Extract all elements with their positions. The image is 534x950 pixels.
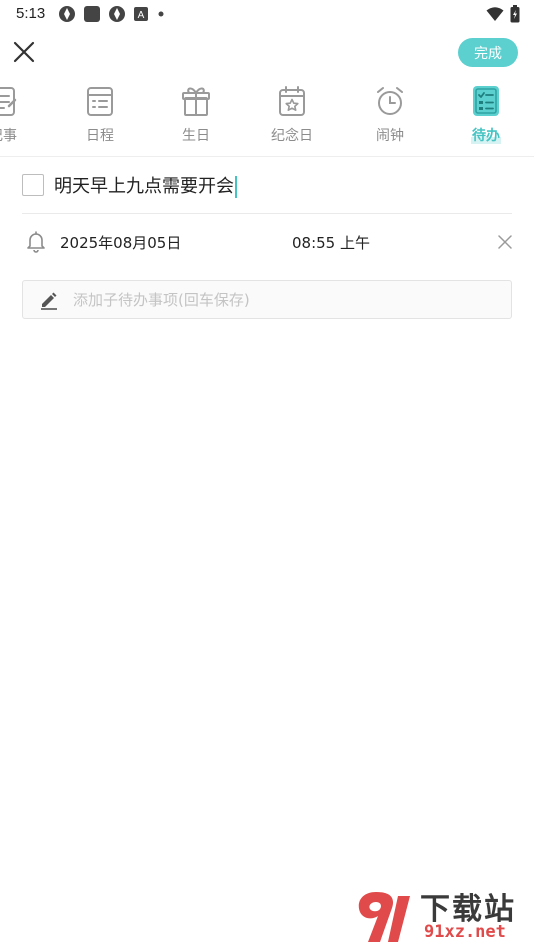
- wifi-icon: [486, 7, 504, 21]
- watermark-domain: 91xz.net: [424, 922, 506, 942]
- gift-icon: [182, 87, 210, 116]
- tab-todo[interactable]: 待办: [451, 84, 521, 154]
- tab-label: 纪念日: [271, 128, 313, 144]
- close-icon: [13, 41, 35, 63]
- svg-text:A: A: [138, 10, 145, 21]
- top-bar: 完成: [0, 30, 534, 76]
- pencil-icon: [41, 292, 57, 310]
- todo-row: 明天早上九点需要开会: [22, 170, 512, 200]
- tab-note[interactable]: 记事: [0, 84, 38, 154]
- close-button[interactable]: [10, 38, 38, 66]
- reminder-row: 2025年08月05日 08:55 上午: [22, 226, 516, 258]
- battery-icon: [510, 5, 520, 23]
- schedule-icon: [87, 87, 113, 116]
- todo-text: 明天早上九点需要开会: [54, 176, 234, 197]
- subtask-box: [22, 280, 512, 319]
- reminder-clear-button[interactable]: [494, 231, 516, 253]
- todo-icon: [473, 86, 499, 116]
- bell-icon: [27, 231, 45, 253]
- tab-label: 记事: [0, 128, 17, 144]
- row-divider: [22, 213, 512, 214]
- tabs-divider: [0, 156, 534, 157]
- subtask-input[interactable]: [73, 290, 493, 309]
- tab-alarm[interactable]: 闹钟: [355, 84, 425, 154]
- status-icons-left: A: [58, 5, 166, 23]
- tab-label-highlight: 待办: [471, 128, 501, 144]
- todo-checkbox[interactable]: [22, 174, 44, 196]
- done-button[interactable]: 完成: [458, 38, 518, 67]
- app-icon-1: [59, 6, 75, 22]
- tab-schedule[interactable]: 日程: [65, 84, 135, 154]
- tab-label-active: 待办: [471, 125, 501, 145]
- a-icon: A: [134, 7, 148, 21]
- tab-label: 生日: [182, 128, 210, 144]
- alarm-icon: [377, 87, 403, 115]
- todo-text-field[interactable]: 明天早上九点需要开会: [54, 172, 237, 198]
- reminder-time[interactable]: 08:55 上午: [292, 232, 370, 253]
- status-bar: 5:13 A: [0, 0, 534, 28]
- app-icon-3: [109, 6, 125, 22]
- category-tabs: 记事 日程 生日 纪念日 闹钟 待办: [0, 84, 534, 156]
- clear-icon: [498, 235, 512, 249]
- reminder-date[interactable]: 2025年08月05日: [60, 232, 181, 253]
- dot-icon: [158, 11, 164, 17]
- tab-anniversary[interactable]: 纪念日: [257, 84, 327, 154]
- anniversary-icon: [279, 86, 305, 116]
- status-icons-right: [486, 5, 520, 23]
- tab-birthday[interactable]: 生日: [161, 84, 231, 154]
- text-caret: [235, 176, 237, 198]
- note-icon: [0, 87, 17, 116]
- tab-label: 日程: [86, 128, 114, 144]
- watermark-logo-icon: [358, 892, 410, 942]
- watermark: 下载站 91xz.net: [354, 884, 530, 948]
- tab-label: 闹钟: [376, 128, 404, 144]
- app-icon-2: [84, 6, 100, 22]
- status-time: 5:13: [16, 5, 46, 22]
